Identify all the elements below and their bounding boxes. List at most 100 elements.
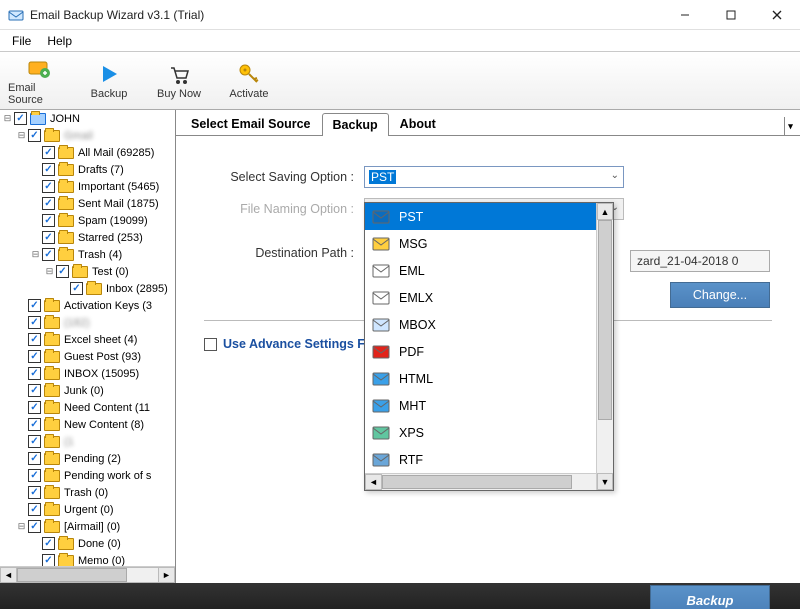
- menu-file[interactable]: File: [4, 32, 39, 50]
- tree-node[interactable]: Activation Keys (3: [0, 297, 175, 314]
- tree-checkbox[interactable]: [28, 435, 41, 448]
- toolbar-email-source[interactable]: Email Source: [6, 54, 72, 107]
- tree-checkbox[interactable]: [28, 299, 41, 312]
- checkbox-icon: [204, 338, 217, 351]
- tree-node[interactable]: ⊟Gmail: [0, 127, 175, 144]
- tree-checkbox[interactable]: [42, 163, 55, 176]
- tab-select-source[interactable]: Select Email Source: [180, 112, 322, 135]
- tree-node[interactable]: All Mail (69285): [0, 144, 175, 161]
- tree-node[interactable]: Excel sheet (4): [0, 331, 175, 348]
- dropdown-option-mbox[interactable]: MBOX: [365, 311, 613, 338]
- tree-node[interactable]: Need Content (11: [0, 399, 175, 416]
- dropdown-h-scrollbar[interactable]: ◄ ►: [365, 473, 613, 490]
- toolbar-buy-now[interactable]: Buy Now: [146, 54, 212, 107]
- scroll-left-icon[interactable]: ◄: [365, 474, 382, 490]
- tree-node[interactable]: ⊟Trash (4): [0, 246, 175, 263]
- tree-node[interactable]: ⊟[Airmail] (0): [0, 518, 175, 535]
- tree-node[interactable]: Sent Mail (1875): [0, 195, 175, 212]
- tree-checkbox[interactable]: [56, 265, 69, 278]
- tree-checkbox[interactable]: [28, 333, 41, 346]
- tree-checkbox[interactable]: [28, 367, 41, 380]
- folder-tree[interactable]: ⊟JOHN⊟Gmail All Mail (69285) Drafts (7) …: [0, 110, 176, 583]
- tree-checkbox[interactable]: [28, 503, 41, 516]
- collapse-icon[interactable]: ⊟: [16, 130, 27, 141]
- format-icon: [371, 235, 391, 253]
- tree-node[interactable]: Urgent (0): [0, 501, 175, 518]
- tree-checkbox[interactable]: [42, 197, 55, 210]
- tree-checkbox[interactable]: [28, 469, 41, 482]
- backup-button[interactable]: Backup: [650, 585, 770, 609]
- tab-about[interactable]: About: [389, 112, 447, 135]
- tree-checkbox[interactable]: [42, 537, 55, 550]
- dropdown-option-pdf[interactable]: PDF: [365, 338, 613, 365]
- change-button[interactable]: Change...: [670, 282, 770, 308]
- dropdown-option-xps[interactable]: XPS: [365, 419, 613, 446]
- tree-node[interactable]: Important (5465): [0, 178, 175, 195]
- scroll-down-icon[interactable]: ▼: [597, 473, 613, 490]
- tree-checkbox[interactable]: [28, 401, 41, 414]
- tree-checkbox[interactable]: [28, 316, 41, 329]
- tree-node[interactable]: Starred (253): [0, 229, 175, 246]
- tree-node[interactable]: Pending work of s: [0, 467, 175, 484]
- scroll-thumb[interactable]: [598, 220, 612, 420]
- dropdown-option-msg[interactable]: MSG: [365, 230, 613, 257]
- tree-checkbox[interactable]: [42, 146, 55, 159]
- collapse-icon[interactable]: ⊟: [16, 521, 27, 532]
- tree-checkbox[interactable]: [42, 231, 55, 244]
- dropdown-v-scrollbar[interactable]: ▲ ▼: [596, 203, 613, 490]
- tree-node[interactable]: ⊟JOHN: [0, 110, 175, 127]
- tree-node[interactable]: INBOX (15095): [0, 365, 175, 382]
- tree-node[interactable]: Inbox (2895): [0, 280, 175, 297]
- tree-checkbox[interactable]: [42, 214, 55, 227]
- tree-node[interactable]: Spam (19099): [0, 212, 175, 229]
- folder-icon: [44, 351, 60, 363]
- tree-checkbox[interactable]: [14, 112, 27, 125]
- tree-node[interactable]: Junk (0): [0, 382, 175, 399]
- dropdown-option-mht[interactable]: MHT: [365, 392, 613, 419]
- minimize-button[interactable]: [662, 0, 708, 30]
- saving-option-dropdown[interactable]: PSTMSGEMLEMLXMBOXPDFHTMLMHTXPSRTF ▲ ▼ ◄ …: [364, 202, 614, 491]
- tree-node[interactable]: Pending (2): [0, 450, 175, 467]
- tree-node[interactable]: Done (0): [0, 535, 175, 552]
- tree-node[interactable]: Trash (0): [0, 484, 175, 501]
- tabs-overflow-button[interactable]: ▾: [784, 117, 796, 135]
- dropdown-option-emlx[interactable]: EMLX: [365, 284, 613, 311]
- collapse-icon[interactable]: ⊟: [2, 113, 13, 124]
- tree-node[interactable]: New Content (8): [0, 416, 175, 433]
- scroll-left-icon[interactable]: ◄: [0, 567, 17, 583]
- tree-checkbox[interactable]: [42, 180, 55, 193]
- tree-node[interactable]: Guest Post (93): [0, 348, 175, 365]
- tree-checkbox[interactable]: [28, 384, 41, 397]
- tab-backup[interactable]: Backup: [322, 113, 389, 136]
- toolbar-activate[interactable]: Activate: [216, 54, 282, 107]
- tree-h-scrollbar[interactable]: ◄ ►: [0, 566, 175, 583]
- maximize-button[interactable]: [708, 0, 754, 30]
- dropdown-option-eml[interactable]: EML: [365, 257, 613, 284]
- scroll-up-icon[interactable]: ▲: [597, 203, 613, 220]
- scroll-right-icon[interactable]: ►: [158, 567, 175, 583]
- dropdown-option-html[interactable]: HTML: [365, 365, 613, 392]
- close-button[interactable]: [754, 0, 800, 30]
- tree-node[interactable]: (182): [0, 314, 175, 331]
- collapse-icon[interactable]: ⊟: [44, 266, 55, 277]
- tree-checkbox[interactable]: [42, 248, 55, 261]
- tree-checkbox[interactable]: [28, 486, 41, 499]
- toolbar-backup[interactable]: Backup: [76, 54, 142, 107]
- tree-checkbox[interactable]: [70, 282, 83, 295]
- tree-twist-spacer: [30, 181, 41, 192]
- tree-checkbox[interactable]: [28, 350, 41, 363]
- tree-checkbox[interactable]: [28, 520, 41, 533]
- saving-option-combo[interactable]: PST ⌄: [364, 166, 624, 188]
- scroll-thumb[interactable]: [17, 568, 127, 582]
- tree-node[interactable]: ⊟Test (0): [0, 263, 175, 280]
- collapse-icon[interactable]: ⊟: [30, 249, 41, 260]
- tree-node[interactable]: Drafts (7): [0, 161, 175, 178]
- menu-help[interactable]: Help: [39, 32, 80, 50]
- tree-checkbox[interactable]: [28, 129, 41, 142]
- tree-checkbox[interactable]: [28, 418, 41, 431]
- dropdown-option-rtf[interactable]: RTF: [365, 446, 613, 473]
- tree-node[interactable]: (1: [0, 433, 175, 450]
- scroll-thumb[interactable]: [382, 475, 572, 489]
- tree-checkbox[interactable]: [28, 452, 41, 465]
- dropdown-option-pst[interactable]: PST: [365, 203, 613, 230]
